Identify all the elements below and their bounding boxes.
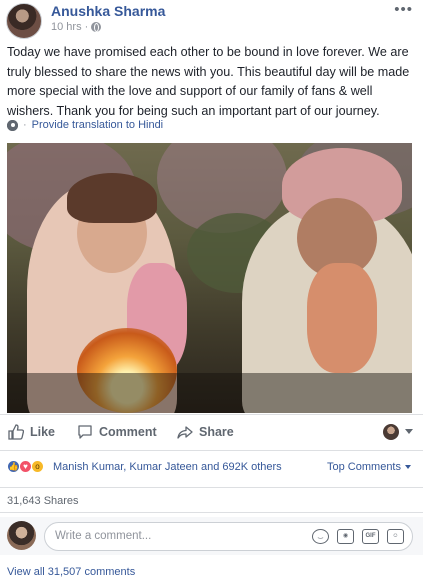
gif-icon[interactable]: GIF [362,529,379,544]
separator-dot: · [84,21,89,33]
post-photo[interactable] [7,143,412,413]
globe-icon[interactable] [91,22,102,32]
post-as-avatar[interactable] [383,424,399,440]
comment-label: Comment [99,425,157,439]
love-reaction-icon[interactable]: ♥ [19,460,32,473]
comment-input[interactable]: Write a comment... ‿ ◉ GIF ☺ [44,522,413,551]
like-button[interactable]: Like [8,424,55,440]
comment-icon [78,425,92,439]
share-button[interactable]: Share [177,424,234,440]
comment-composer: Write a comment... ‿ ◉ GIF ☺ [0,517,423,555]
chevron-down-icon [405,465,411,469]
emoji-icon[interactable]: ‿ [312,529,329,544]
shares-count[interactable]: 31,643 Shares [7,495,79,507]
wow-reaction-icon[interactable]: o [31,460,44,473]
share-arrow-icon [177,426,193,439]
divider [0,414,423,415]
sticker-icon[interactable]: ☺ [387,529,404,544]
commenter-avatar [7,521,36,550]
divider [0,450,423,451]
bride-hair [67,173,157,223]
share-label: Share [199,425,234,439]
top-comments-dropdown[interactable]: Top Comments [327,461,411,473]
translate-link[interactable]: Provide translation to Hindi [32,119,163,131]
ellipsis-icon[interactable]: ••• [394,1,413,18]
separator-dot: · [23,119,27,131]
divider [0,512,423,513]
comment-placeholder: Write a comment... [55,530,152,542]
reaction-names[interactable]: Manish Kumar, Kumar Jateen and 692K othe… [53,461,282,473]
groom-garland [307,263,377,373]
gear-icon[interactable] [7,119,18,131]
divider [0,487,423,488]
view-all-comments-link[interactable]: View all 31,507 comments [7,566,135,578]
reactions-summary: 👍 ♥ o Manish Kumar, Kumar Jateen and 692… [0,455,423,479]
like-reaction-icon[interactable]: 👍 [7,460,20,473]
post-meta: 10 hrs · [51,21,102,33]
translation-row: · Provide translation to Hindi [7,119,163,131]
top-comments-label: Top Comments [327,461,401,473]
author-name[interactable]: Anushka Sharma [51,3,165,19]
thumbs-up-icon [8,424,24,440]
like-label: Like [30,425,56,439]
post-text: Today we have promised each other to be … [7,45,410,118]
post-actions: Like Comment Share [0,416,423,448]
comment-button[interactable]: Comment [77,424,157,440]
author-avatar[interactable] [6,3,42,39]
photo-shadow [7,373,412,413]
post-header: Anushka Sharma 10 hrs · ••• [0,0,423,40]
comment-tools: ‿ ◉ GIF ☺ [312,529,404,544]
post-timestamp[interactable]: 10 hrs [51,21,82,33]
chevron-down-icon[interactable] [405,429,413,434]
camera-icon[interactable]: ◉ [337,529,354,544]
